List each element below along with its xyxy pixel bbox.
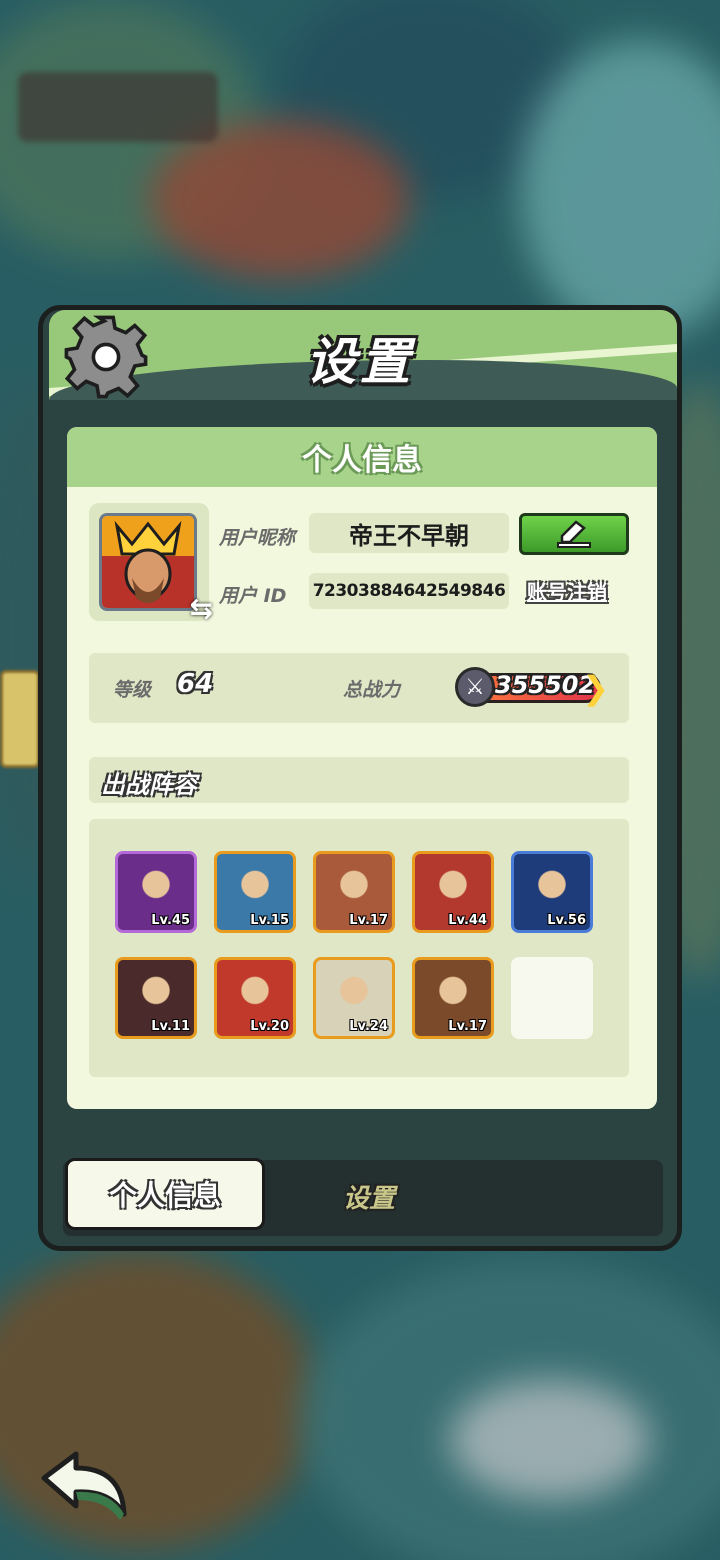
lineup-header: 出战阵容 — [89, 757, 629, 803]
dialog-title: 设置 — [306, 333, 414, 391]
hero-slot[interactable]: Lv.17 — [313, 851, 395, 933]
empty-hero-slot[interactable] — [511, 957, 593, 1039]
nickname-field: 帝王不早朝 — [309, 513, 509, 553]
hero-level: Lv.24 — [349, 1019, 388, 1034]
profile-panel: 个人信息 ⇆ 用户昵称 帝王不早朝 用户 ID 7230388464254984… — [67, 427, 657, 1109]
hero-level: Lv.44 — [448, 913, 487, 928]
user-id-label: 用户 ID — [219, 585, 287, 607]
settings-dialog: 设置 个人信息 ⇆ 用户昵称 帝王不早朝 用户 ID 7230388464254… — [38, 305, 682, 1251]
avatar[interactable] — [99, 513, 197, 611]
power-badge: ⚔ 355502 ❯ — [455, 667, 609, 709]
hero-level: Lv.20 — [250, 1019, 289, 1034]
nickname-label: 用户昵称 — [219, 527, 296, 549]
side-panel-tab[interactable] — [0, 670, 40, 768]
avatar-frame[interactable]: ⇆ — [89, 503, 213, 625]
lineup-grid: Lv.45 Lv.15 Lv.17 Lv.44 Lv.56 Lv.11 Lv.20 Lv.24… — [89, 819, 629, 1077]
hero-slot[interactable]: Lv.56 — [511, 851, 593, 933]
hero-level: Lv.11 — [151, 1019, 190, 1034]
user-id-suffix: 6 — [493, 581, 506, 601]
panel-title: 个人信息 — [67, 427, 657, 487]
stats-bar: 等级 64 总战力 ⚔ 355502 ❯ — [89, 653, 629, 723]
hero-slot[interactable]: Lv.44 — [412, 851, 494, 933]
back-arrow-icon[interactable] — [36, 1448, 132, 1524]
hero-slot[interactable]: Lv.17 — [412, 957, 494, 1039]
power-label: 总战力 — [343, 679, 401, 701]
level-label: 等级 — [113, 679, 152, 701]
edit-nickname-button[interactable] — [519, 513, 629, 555]
user-id-field: 7230388464254984 6 — [309, 573, 509, 609]
hero-slot[interactable]: Lv.24 — [313, 957, 395, 1039]
tab-bar: 个人信息 设置 — [63, 1158, 663, 1236]
player-hud — [18, 72, 218, 142]
hero-level: Lv.45 — [151, 913, 190, 928]
cancel-account-link[interactable]: 账号注销 — [527, 576, 607, 605]
power-value: 355502 — [495, 671, 596, 699]
pencil-icon — [557, 520, 591, 548]
hero-level: Lv.15 — [250, 913, 289, 928]
lineup-title: 出战阵容 — [101, 771, 197, 799]
hero-slot[interactable]: Lv.11 — [115, 957, 197, 1039]
tab-settings[interactable]: 设置 — [343, 1178, 395, 1215]
tab-profile[interactable]: 个人信息 — [65, 1158, 265, 1230]
hero-level: Lv.17 — [349, 913, 388, 928]
hero-slot[interactable]: Lv.45 — [115, 851, 197, 933]
hero-slot[interactable]: Lv.20 — [214, 957, 296, 1039]
power-wing-icon: ❯ — [582, 669, 609, 707]
level-value: 64 — [177, 669, 214, 699]
hero-slot[interactable]: Lv.15 — [214, 851, 296, 933]
hero-level: Lv.17 — [448, 1019, 487, 1034]
swap-avatar-icon[interactable]: ⇆ — [190, 592, 213, 625]
user-id-value: 7230388464254984 — [312, 581, 495, 601]
crossed-swords-icon: ⚔ — [455, 667, 495, 707]
hero-level: Lv.56 — [547, 913, 586, 928]
